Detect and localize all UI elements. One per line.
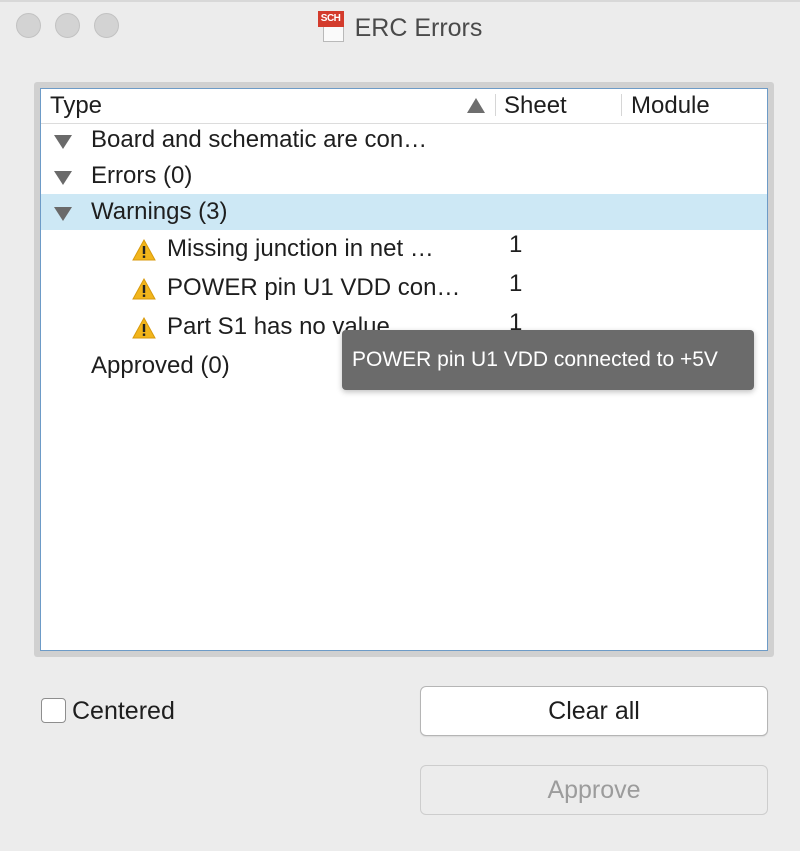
clear-all-button[interactable]: Clear all (420, 686, 768, 736)
column-divider[interactable] (495, 94, 496, 116)
warning-icon (132, 239, 156, 261)
group-label-approved: Approved (0) (91, 352, 230, 379)
tree-row-errors[interactable]: Errors (0) (41, 158, 767, 194)
warning-sheet: 1 (509, 270, 523, 297)
approve-button[interactable]: Approve (420, 765, 768, 815)
warning-sheet: 1 (509, 231, 523, 258)
centered-checkbox[interactable] (41, 698, 66, 723)
column-header-type[interactable]: Type (50, 89, 102, 123)
tree-header: Type Sheet Module (41, 89, 767, 124)
centered-checkbox-label[interactable]: Centered (72, 694, 175, 728)
column-divider[interactable] (621, 94, 622, 116)
group-label-warnings: Warnings (3) (91, 198, 228, 225)
warning-label: POWER pin U1 VDD con… (167, 274, 461, 301)
warning-label: Missing junction in net … (167, 235, 434, 262)
tree-row-warnings[interactable]: Warnings (3) (41, 194, 767, 230)
sort-ascending-icon (467, 98, 485, 113)
group-label-board: Board and schematic are con… (91, 126, 428, 153)
title-bar: SCH ERC Errors (0, 0, 800, 54)
window-title: ERC Errors (354, 13, 483, 42)
column-header-module[interactable]: Module (631, 89, 710, 123)
tooltip: POWER pin U1 VDD connected to +5V (342, 330, 754, 390)
warning-icon (132, 278, 156, 300)
tree-row-board[interactable]: Board and schematic are con… (41, 122, 767, 158)
disclosure-triangle-icon[interactable] (54, 207, 72, 221)
window-title-group: SCH ERC Errors (0, 0, 800, 54)
warning-icon (132, 317, 156, 339)
group-label-errors: Errors (0) (91, 162, 193, 189)
column-header-sheet[interactable]: Sheet (504, 89, 567, 123)
disclosure-triangle-icon[interactable] (54, 171, 72, 185)
warning-row[interactable]: Missing junction in net … 1 (41, 231, 767, 267)
warning-row[interactable]: POWER pin U1 VDD con… 1 (41, 270, 767, 306)
disclosure-triangle-icon[interactable] (54, 135, 72, 149)
document-tag: SCH (317, 11, 344, 27)
schematic-document-icon: SCH (317, 11, 346, 43)
